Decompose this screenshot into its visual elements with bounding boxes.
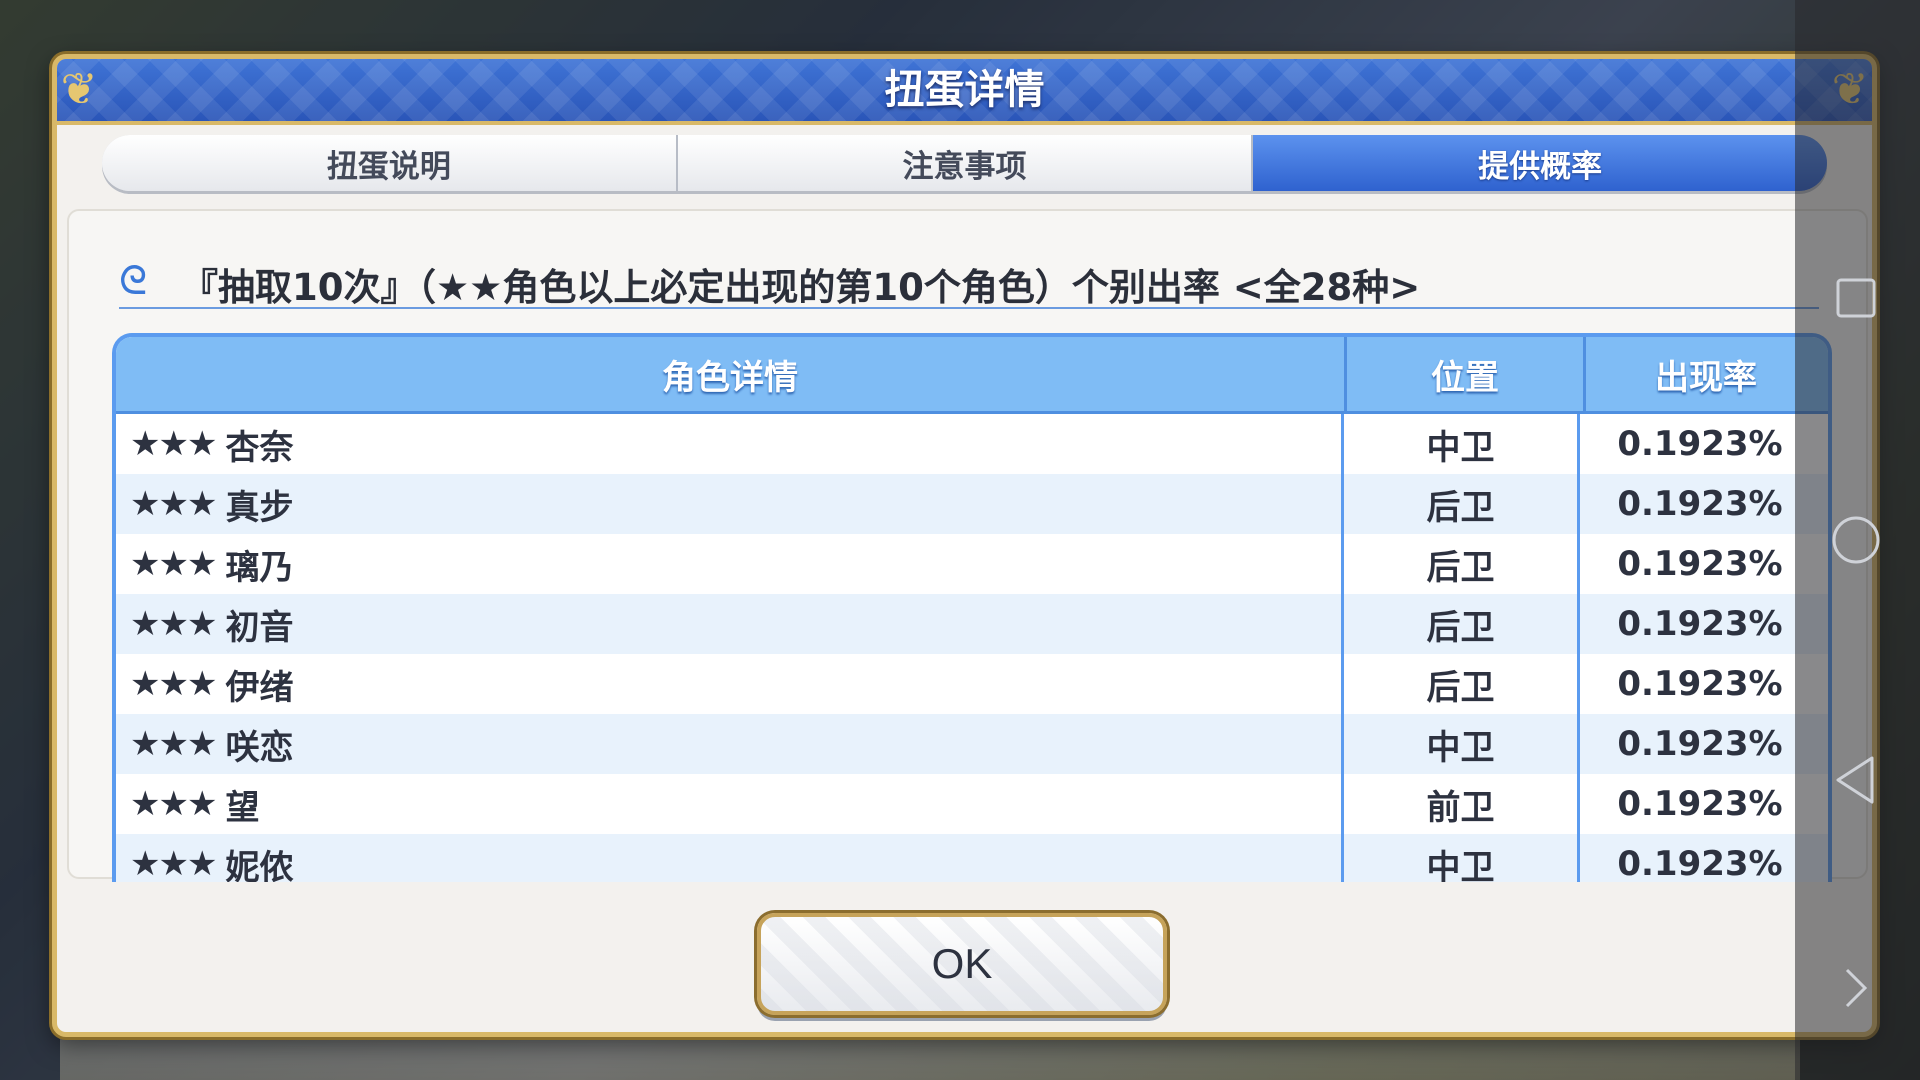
rate-cell: 0.1923% bbox=[1617, 484, 1783, 524]
expand-button[interactable] bbox=[1830, 962, 1882, 1014]
rate-cell: 0.1923% bbox=[1617, 424, 1783, 464]
position-cell: 中卫 bbox=[1344, 414, 1580, 474]
rate-cell: 0.1923% bbox=[1617, 544, 1783, 584]
character-name: 妮侬 bbox=[225, 847, 294, 883]
table-header-row: 角色详情 位置 出现率 bbox=[116, 337, 1828, 414]
rarity-stars: ★★★ bbox=[130, 484, 217, 524]
rate-cell: 0.1923% bbox=[1617, 844, 1783, 882]
position-cell: 后卫 bbox=[1344, 594, 1580, 654]
circle-icon bbox=[1832, 516, 1880, 564]
character-cell: ★★★ 望 bbox=[116, 774, 1344, 834]
position-cell: 后卫 bbox=[1344, 474, 1580, 534]
rarity-stars: ★★★ bbox=[130, 544, 217, 584]
dialog-title: 扭蛋详情 bbox=[884, 67, 1045, 113]
character-cell: ★★★ 真步 bbox=[116, 474, 1344, 534]
table-body: ★★★ 杏奈 中卫 0.1923% ★★★ 真步 后卫 0.1923% ★★★ 璃乃 … bbox=[116, 414, 1828, 882]
tab-notes[interactable]: 注意事项 bbox=[677, 135, 1254, 191]
character-cell: ★★★ 璃乃 bbox=[116, 534, 1344, 594]
rate-cell: 0.1923% bbox=[1617, 604, 1783, 644]
position-cell: 前卫 bbox=[1344, 774, 1580, 834]
square-icon bbox=[1836, 278, 1876, 318]
position-cell: 后卫 bbox=[1344, 654, 1580, 714]
column-header-position: 位置 bbox=[1347, 337, 1586, 411]
character-name: 望 bbox=[225, 787, 260, 828]
character-name: 璃乃 bbox=[225, 547, 294, 588]
rarity-stars: ★★★ bbox=[130, 844, 217, 882]
table-row: ★★★ 望 前卫 0.1923% bbox=[116, 774, 1828, 834]
probability-table[interactable]: 角色详情 位置 出现率 ★★★ 杏奈 中卫 0.1923% ★★★ 真步 后卫 0.… bbox=[112, 333, 1832, 882]
character-cell: ★★★ 杏奈 bbox=[116, 414, 1344, 474]
column-header-rate: 出现率 bbox=[1655, 357, 1757, 398]
character-name: 初音 bbox=[225, 607, 294, 648]
tab-gacha-description[interactable]: 扭蛋说明 bbox=[102, 135, 678, 191]
rarity-stars: ★★★ bbox=[130, 664, 217, 704]
rate-cell: 0.1923% bbox=[1617, 664, 1783, 704]
back-triangle-icon bbox=[1836, 756, 1874, 804]
system-navigation-bar bbox=[1795, 0, 1920, 1080]
content-panel: ᘓ 『抽取10次』（★★角色以上必定出现的第10个角色）个别出率 <全28种> … bbox=[67, 209, 1868, 882]
table-row: ★★★ 伊绪 后卫 0.1923% bbox=[116, 654, 1828, 714]
back-button[interactable] bbox=[1830, 754, 1882, 806]
dialog-title-bar: ❦ 扭蛋详情 ❦ bbox=[57, 59, 1872, 125]
table-row: ★★★ 咲恋 中卫 0.1923% bbox=[116, 714, 1828, 774]
tab-bar: 扭蛋说明 注意事项 提供概率 bbox=[102, 135, 1827, 191]
table-row: ★★★ 妮侬 中卫 0.1923% bbox=[116, 834, 1828, 882]
section-heading-text: 『抽取10次』（★★角色以上必定出现的第10个角色）个别出率 <全28种> bbox=[181, 266, 1421, 309]
position-cell: 后卫 bbox=[1344, 534, 1580, 594]
table-row: ★★★ 璃乃 后卫 0.1923% bbox=[116, 534, 1828, 594]
character-name: 伊绪 bbox=[225, 667, 294, 708]
character-cell: ★★★ 咲恋 bbox=[116, 714, 1344, 774]
tab-probabilities[interactable]: 提供概率 bbox=[1253, 135, 1827, 191]
chevron-right-icon bbox=[1845, 968, 1868, 1008]
home-button[interactable] bbox=[1830, 514, 1882, 566]
character-cell: ★★★ 伊绪 bbox=[116, 654, 1344, 714]
ok-button[interactable]: OK bbox=[757, 913, 1167, 1015]
rarity-stars: ★★★ bbox=[130, 724, 217, 764]
rarity-stars: ★★★ bbox=[130, 784, 217, 824]
column-header-character: 角色详情 bbox=[116, 337, 1347, 411]
table-row: ★★★ 真步 后卫 0.1923% bbox=[116, 474, 1828, 534]
character-cell: ★★★ 初音 bbox=[116, 594, 1344, 654]
character-name: 真步 bbox=[225, 487, 294, 528]
character-name: 咲恋 bbox=[225, 727, 294, 768]
rate-cell: 0.1923% bbox=[1617, 724, 1783, 764]
character-cell: ★★★ 妮侬 bbox=[116, 834, 1344, 882]
position-cell: 中卫 bbox=[1344, 834, 1580, 882]
section-heading: ᘓ 『抽取10次』（★★角色以上必定出现的第10个角色）个别出率 <全28种> bbox=[119, 251, 1819, 309]
rate-cell: 0.1923% bbox=[1617, 784, 1783, 824]
table-row: ★★★ 初音 后卫 0.1923% bbox=[116, 594, 1828, 654]
recent-apps-button[interactable] bbox=[1830, 272, 1882, 324]
swirl-icon: ᘓ bbox=[119, 258, 148, 304]
position-cell: 中卫 bbox=[1344, 714, 1580, 774]
rarity-stars: ★★★ bbox=[130, 604, 217, 644]
character-name: 杏奈 bbox=[225, 427, 294, 468]
rarity-stars: ★★★ bbox=[130, 424, 217, 464]
gacha-details-dialog: ❦ 扭蛋详情 ❦ 扭蛋说明 注意事项 提供概率 ᘓ 『抽取10次』（★★角色以上… bbox=[52, 54, 1877, 1037]
table-row: ★★★ 杏奈 中卫 0.1923% bbox=[116, 414, 1828, 474]
